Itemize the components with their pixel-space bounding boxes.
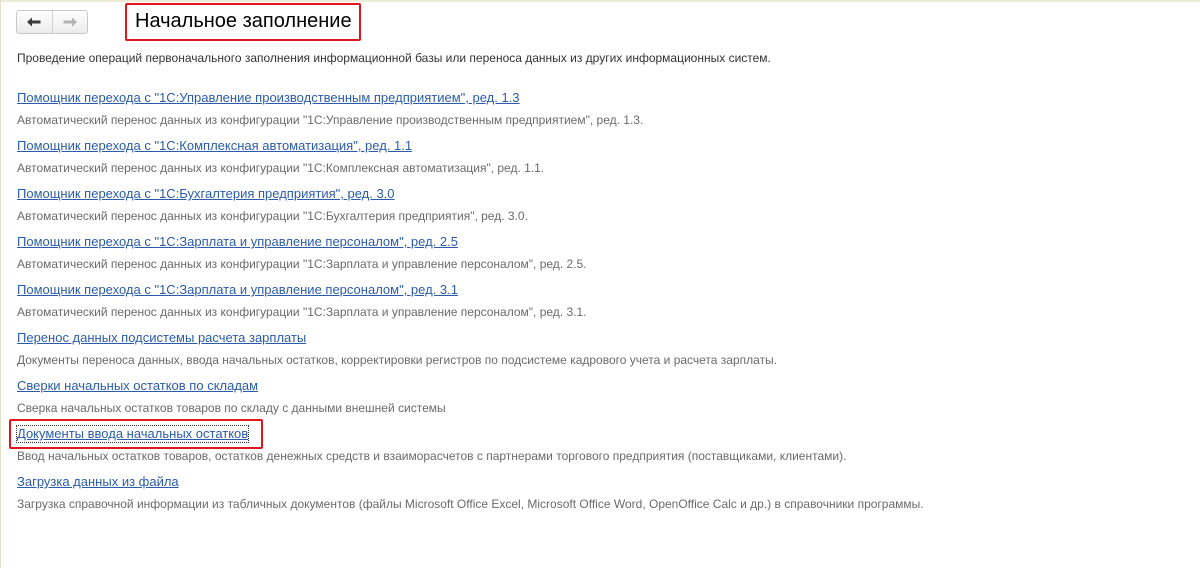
- link-ka-migration[interactable]: Помощник перехода с "1С:Комплексная авто…: [17, 138, 412, 154]
- link-file-import[interactable]: Загрузка данных из файла: [17, 474, 179, 490]
- link-zup31-migration[interactable]: Помощник перехода с "1С:Зарплата и управ…: [17, 282, 458, 298]
- arrow-right-icon: [63, 17, 77, 27]
- desc-warehouse-reconciliation: Сверка начальных остатков товаров по скл…: [17, 401, 446, 415]
- desc-ka-migration: Автоматический перенос данных из конфигу…: [17, 161, 545, 175]
- link-payroll-transfer[interactable]: Перенос данных подсистемы расчета зарпла…: [17, 330, 306, 346]
- link-zup25-migration[interactable]: Помощник перехода с "1С:Зарплата и управ…: [17, 234, 458, 250]
- forward-button[interactable]: [51, 11, 88, 33]
- desc-bp-migration: Автоматический перенос данных из конфигу…: [17, 209, 528, 223]
- desc-zup31-migration: Автоматический перенос данных из конфигу…: [17, 305, 587, 319]
- desc-file-import: Загрузка справочной информации из таблич…: [17, 497, 924, 511]
- desc-upp-migration: Автоматический перенос данных из конфигу…: [17, 113, 644, 127]
- left-border: [0, 0, 1, 568]
- top-border: [0, 0, 1200, 2]
- desc-payroll-transfer: Документы переноса данных, ввода начальн…: [17, 353, 778, 367]
- page-description: Проведение операций первоначального запо…: [17, 51, 771, 65]
- page-title: Начальное заполнение: [135, 10, 352, 32]
- link-bp-migration[interactable]: Помощник перехода с "1С:Бухгалтерия пред…: [17, 186, 395, 202]
- link-opening-balances[interactable]: Документы ввода начальных остатков: [15, 425, 250, 443]
- link-warehouse-reconciliation[interactable]: Сверки начальных остатков по складам: [17, 378, 258, 394]
- desc-opening-balances: Ввод начальных остатков товаров, остатко…: [17, 449, 847, 463]
- navigation-buttons: [16, 10, 88, 34]
- desc-zup25-migration: Автоматический перенос данных из конфигу…: [17, 257, 587, 271]
- arrow-left-icon: [27, 17, 41, 27]
- link-upp-migration[interactable]: Помощник перехода с "1С:Управление произ…: [17, 90, 520, 106]
- back-button[interactable]: [17, 11, 52, 33]
